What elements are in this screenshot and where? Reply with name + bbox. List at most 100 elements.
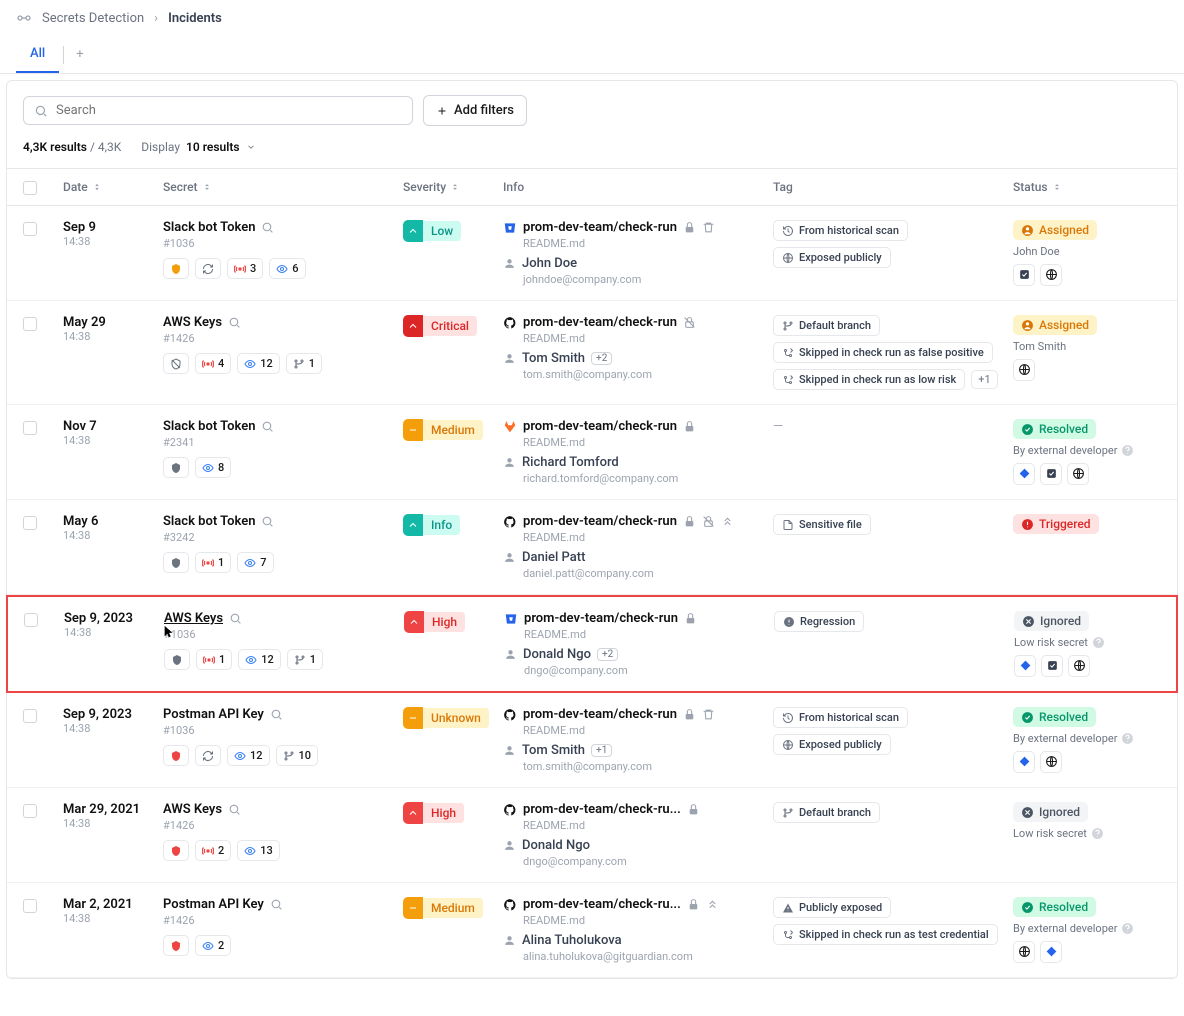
status-globe-icon[interactable] — [1013, 359, 1035, 381]
secret-name[interactable]: Slack bot Token — [163, 220, 403, 235]
file-name: README.md — [523, 724, 773, 737]
lock-icon — [683, 221, 696, 234]
row-time: 14:38 — [63, 912, 163, 925]
row-date: Mar 2, 2021 — [63, 897, 163, 912]
table-row[interactable]: May 614:38Slack bot Token#324217Infoprom… — [7, 500, 1177, 595]
row-checkbox[interactable] — [23, 516, 37, 530]
row-time: 14:38 — [63, 330, 163, 343]
col-date[interactable]: Date — [63, 179, 163, 195]
repo-name[interactable]: prom-dev-team/check-run — [524, 611, 678, 626]
search-icon[interactable] — [270, 708, 283, 721]
row-checkbox[interactable] — [24, 613, 38, 627]
table-row[interactable]: Mar 29, 202114:38AWS Keys#1426213Highpro… — [7, 788, 1177, 883]
status-sub: Tom Smith — [1013, 340, 1173, 353]
lock-icon — [683, 515, 696, 528]
select-all-checkbox[interactable] — [23, 181, 37, 195]
repo-name[interactable]: prom-dev-team/check-run — [523, 419, 677, 434]
row-date: May 6 — [63, 514, 163, 529]
status-checklist-icon[interactable] — [1041, 655, 1063, 677]
chip-signal: 4 — [195, 353, 231, 374]
row-checkbox[interactable] — [23, 222, 37, 236]
repo-name[interactable]: prom-dev-team/check-run — [523, 315, 677, 330]
col-status[interactable]: Status — [1013, 179, 1173, 195]
help-icon[interactable] — [1092, 636, 1105, 649]
row-checkbox[interactable] — [23, 899, 37, 913]
repo-name[interactable]: prom-dev-team/check-ru... — [523, 802, 681, 817]
table-row[interactable]: Sep 9, 202314:38AWS Keys#10361121Highpro… — [6, 595, 1178, 693]
breadcrumb-parent[interactable]: Secrets Detection — [42, 11, 144, 26]
status-diamond-icon[interactable] — [1040, 941, 1062, 963]
status-globe-icon[interactable] — [1013, 941, 1035, 963]
help-icon[interactable] — [1121, 922, 1134, 935]
search-icon[interactable] — [261, 515, 274, 528]
secret-name[interactable]: AWS Keys — [163, 802, 403, 817]
user-more: +1 — [591, 744, 612, 757]
display-selector[interactable]: Display 10 results — [141, 140, 255, 154]
chevrons-up-icon — [721, 515, 734, 528]
col-secret[interactable]: Secret — [163, 179, 403, 195]
chip-eye: 12 — [227, 745, 270, 766]
status-diamond-icon[interactable] — [1013, 751, 1035, 773]
search-icon[interactable] — [228, 803, 241, 816]
help-icon[interactable] — [1121, 444, 1134, 457]
table-row[interactable]: Sep 9, 202314:38Postman API Key#10361210… — [7, 693, 1177, 788]
secret-id: #1036 — [163, 237, 403, 250]
chip-shield — [163, 552, 189, 573]
table-row[interactable]: May 2914:38AWS Keys#14264121Criticalprom… — [7, 301, 1177, 405]
table-row[interactable]: Sep 914:38Slack bot Token#103636Lowprom-… — [7, 206, 1177, 301]
table-row[interactable]: Mar 2, 202114:38Postman API Key#14262Med… — [7, 883, 1177, 978]
add-tab-button[interactable]: + — [68, 39, 91, 70]
status-checklist-icon[interactable] — [1040, 463, 1062, 485]
row-checkbox[interactable] — [23, 317, 37, 331]
secret-name[interactable]: AWS Keys — [164, 611, 404, 626]
status-globe-icon[interactable] — [1068, 655, 1090, 677]
secret-name[interactable]: Slack bot Token — [163, 419, 403, 434]
repo-name[interactable]: prom-dev-team/check-ru... — [523, 897, 681, 912]
row-checkbox[interactable] — [23, 709, 37, 723]
chip-eye: 7 — [237, 552, 273, 573]
chip-shield — [163, 935, 189, 956]
status-diamond-icon[interactable] — [1014, 655, 1036, 677]
status-checklist-icon[interactable] — [1013, 264, 1035, 286]
search-input[interactable] — [23, 96, 413, 125]
search-icon[interactable] — [229, 612, 242, 625]
search-icon[interactable] — [261, 221, 274, 234]
search-icon[interactable] — [261, 420, 274, 433]
status-diamond-icon[interactable] — [1013, 463, 1035, 485]
tag: From historical scan — [773, 707, 908, 728]
row-checkbox[interactable] — [23, 421, 37, 435]
search-icon[interactable] — [270, 898, 283, 911]
status-globe-icon[interactable] — [1040, 264, 1062, 286]
repo-name[interactable]: prom-dev-team/check-run — [523, 514, 677, 529]
user-email: johndoe@company.com — [523, 273, 773, 286]
search-icon[interactable] — [228, 316, 241, 329]
row-date: May 29 — [63, 315, 163, 330]
user-more: +2 — [591, 352, 612, 365]
user-email: dngo@company.com — [523, 855, 773, 868]
status-globe-icon[interactable] — [1040, 751, 1062, 773]
col-severity[interactable]: Severity — [403, 179, 503, 195]
status-globe-icon[interactable] — [1067, 463, 1089, 485]
sort-icon — [92, 182, 102, 192]
row-checkbox[interactable] — [23, 804, 37, 818]
row-date: Sep 9 — [63, 220, 163, 235]
severity-badge: Medium — [403, 897, 483, 919]
table-row[interactable]: Nov 714:38Slack bot Token#23418Mediumpro… — [7, 405, 1177, 500]
secret-id: #1036 — [163, 724, 403, 737]
secret-name[interactable]: Postman API Key — [163, 707, 403, 722]
tab-all[interactable]: All — [16, 36, 59, 73]
help-icon[interactable] — [1121, 732, 1134, 745]
secret-name[interactable]: Postman API Key — [163, 897, 403, 912]
search-field[interactable] — [56, 103, 402, 118]
chip-eye: 12 — [237, 353, 280, 374]
lock-icon — [687, 803, 700, 816]
secret-name[interactable]: Slack bot Token — [163, 514, 403, 529]
add-filters-button[interactable]: Add filters — [423, 95, 527, 126]
incidents-panel: Add filters 4,3K results / 4,3K Display … — [6, 80, 1178, 979]
chip-signal: 2 — [195, 840, 231, 861]
help-icon[interactable] — [1091, 827, 1104, 840]
secret-name[interactable]: AWS Keys — [163, 315, 403, 330]
repo-name[interactable]: prom-dev-team/check-run — [523, 707, 677, 722]
chip-shield — [163, 258, 189, 279]
repo-name[interactable]: prom-dev-team/check-run — [523, 220, 677, 235]
